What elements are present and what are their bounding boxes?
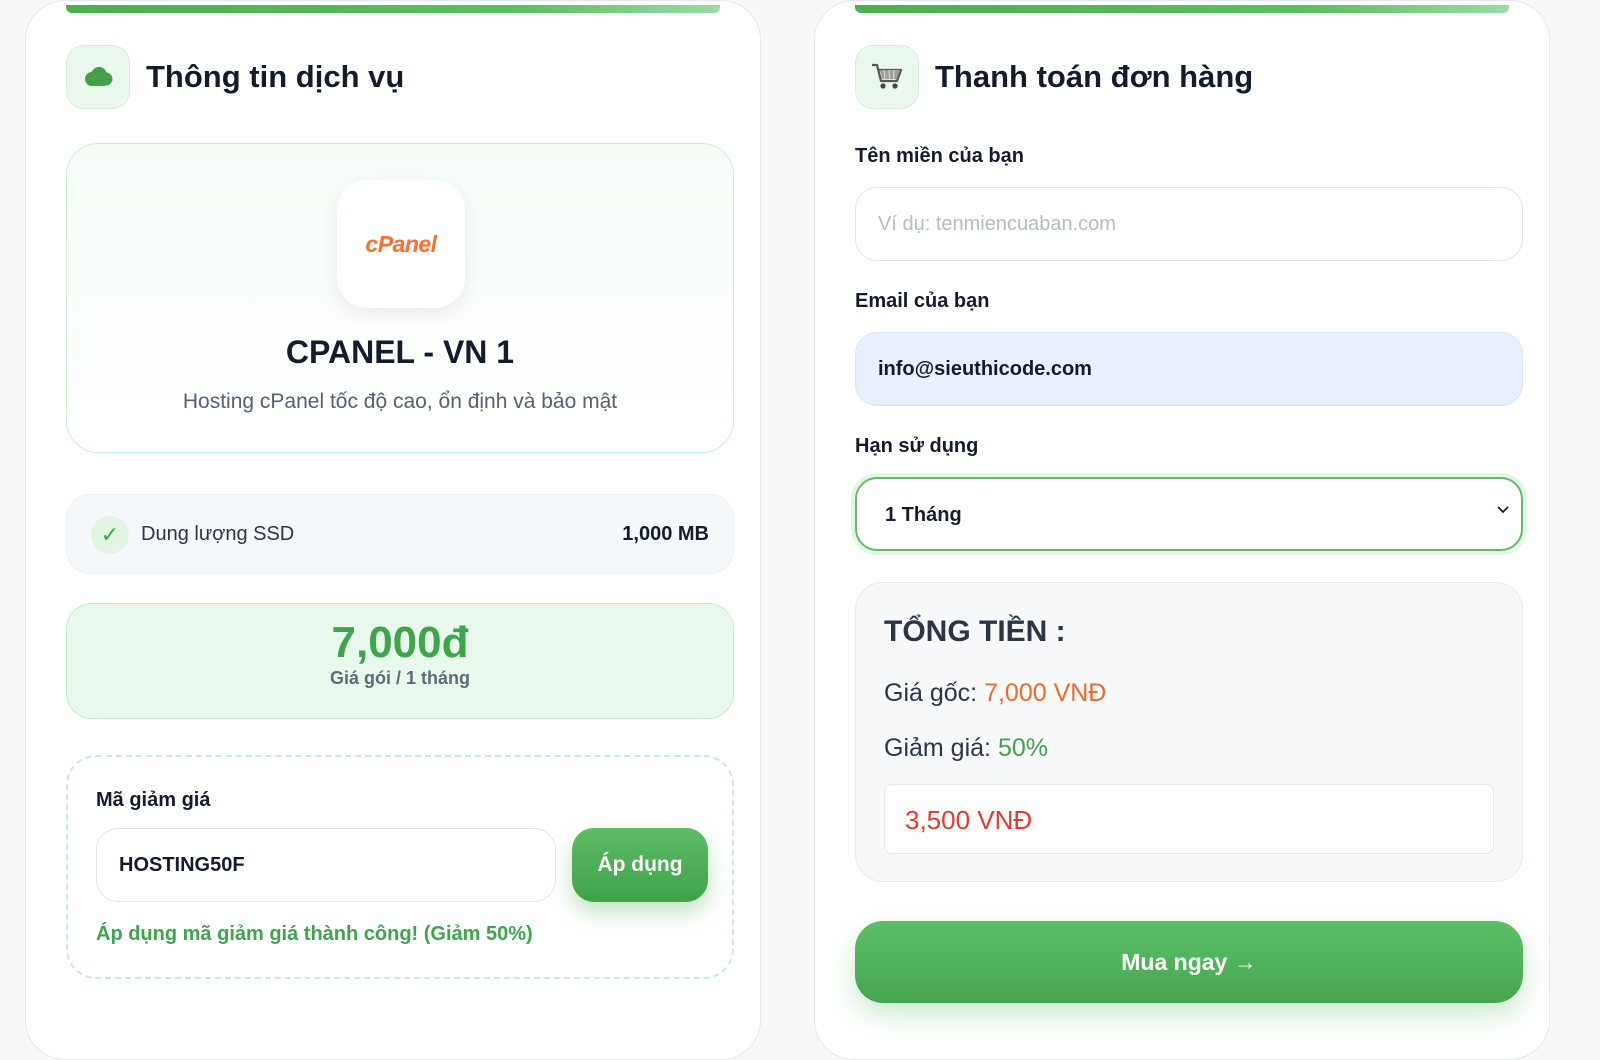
feature-row-ssd: ✓ Dung lượng SSD 1,000 MB <box>66 494 734 574</box>
service-info-header: Thông tin dịch vụ <box>66 45 404 109</box>
price-box: 7,000đ Giá gói / 1 tháng <box>66 603 734 719</box>
cpanel-logo-text: cPanel <box>365 230 437 257</box>
discount-label: Giảm giá: <box>884 734 991 762</box>
card-accent-bar <box>66 5 720 13</box>
order-total-box: TỔNG TIỀN : Giá gốc: 7,000 VNĐ Giảm giá:… <box>855 582 1523 882</box>
duration-selected-value: 1 Tháng <box>885 504 962 526</box>
checkout-header: Thanh toán đơn hàng <box>855 45 1253 109</box>
original-price-value: 7,000 VNĐ <box>984 679 1107 707</box>
discount-line: Giảm giá: 50% <box>884 734 1048 763</box>
discount-value: 50% <box>997 734 1048 762</box>
checkout-title: Thanh toán đơn hàng <box>935 59 1254 94</box>
duration-label: Hạn sử dụng <box>855 435 979 457</box>
domain-label: Tên miền của bạn <box>855 145 1024 167</box>
feature-label: Dung lượng SSD <box>141 523 295 545</box>
service-info-card: Thông tin dịch vụ cPanel CPANEL - VN 1 H… <box>25 0 761 1060</box>
chevron-down-icon <box>1495 501 1511 522</box>
package-price-note: Giá gói / 1 tháng <box>329 668 470 688</box>
check-icon: ✓ <box>91 516 129 554</box>
package-price: 7,000đ <box>331 618 469 667</box>
coupon-label: Mã giảm giá <box>96 789 211 811</box>
email-label: Email của bạn <box>855 290 990 312</box>
card-accent-bar <box>855 5 1509 13</box>
cpanel-logo: cPanel <box>337 180 465 308</box>
service-description: Hosting cPanel tốc độ cao, ổn định và bả… <box>182 390 618 413</box>
apply-coupon-button[interactable]: Áp dụng <box>572 828 708 902</box>
original-price-line: Giá gốc: 7,000 VNĐ <box>884 679 1106 708</box>
service-summary-box: cPanel CPANEL - VN 1 Hosting cPanel tốc … <box>66 143 734 453</box>
coupon-success-message: Áp dụng mã giảm giá thành công! (Giảm 50… <box>96 923 533 945</box>
total-title: TỔNG TIỀN : <box>884 615 1066 648</box>
buy-now-button[interactable]: Mua ngay → <box>855 921 1523 1003</box>
final-price-box: 3,500 VNĐ <box>884 784 1494 854</box>
service-name: CPANEL - VN 1 <box>285 334 515 370</box>
coupon-input[interactable] <box>96 828 556 902</box>
coupon-section: Mã giảm giá Áp dụng Áp dụng mã giảm giá … <box>66 755 734 979</box>
feature-value: 1,000 MB <box>622 523 709 545</box>
service-info-title: Thông tin dịch vụ <box>146 59 405 94</box>
domain-input[interactable] <box>855 187 1523 261</box>
checkout-card: Thanh toán đơn hàng Tên miền của bạn Ema… <box>814 0 1550 1060</box>
cart-icon <box>855 45 919 109</box>
original-price-label: Giá gốc: <box>884 679 978 707</box>
final-price: 3,500 VNĐ <box>905 805 1033 835</box>
email-input[interactable] <box>855 332 1523 406</box>
duration-select[interactable]: 1 Tháng <box>855 477 1523 551</box>
cloud-icon <box>66 45 130 109</box>
